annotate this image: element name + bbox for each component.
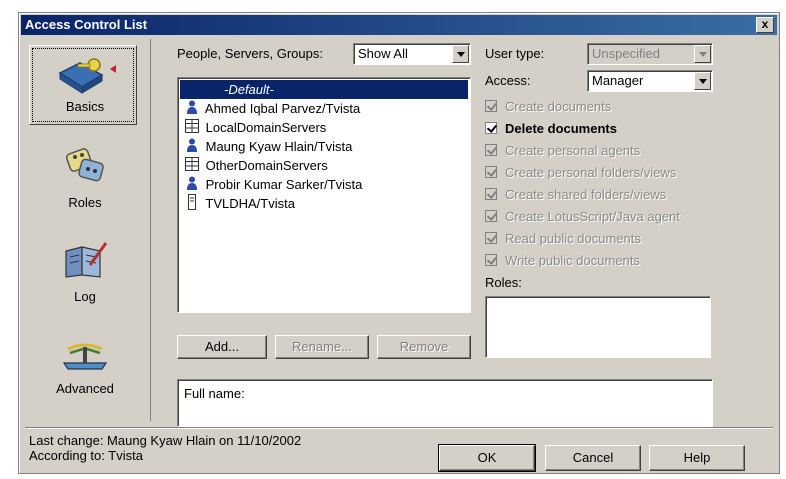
- add-button[interactable]: Add...: [177, 335, 267, 359]
- advanced-icon: [62, 343, 108, 370]
- entry-name: OtherDomainServers: [205, 158, 328, 173]
- entry-name: LocalDomainServers: [205, 120, 327, 135]
- server-icon: [182, 194, 202, 215]
- roles-label: Roles:: [485, 275, 522, 290]
- checkbox[interactable]: [485, 122, 497, 134]
- last-change-text: Last change: Maung Kyaw Hlain on 11/10/2…: [29, 433, 302, 448]
- checkbox[interactable]: [485, 166, 497, 178]
- list-item[interactable]: Maung Kyaw Hlain/Tvista: [182, 137, 352, 156]
- person-icon: [182, 138, 202, 157]
- perm-label: Write public documents: [505, 253, 640, 268]
- entry-name: Ahmed Iqbal Parvez/Tvista: [204, 101, 361, 116]
- filter-select[interactable]: Show All: [353, 43, 471, 65]
- checkbox[interactable]: [485, 210, 497, 222]
- access-select[interactable]: Manager: [587, 70, 713, 92]
- access-value: Manager: [592, 73, 644, 88]
- entry-name: TVLDHA/Tvista: [205, 196, 295, 211]
- nav-label: Log: [74, 289, 96, 304]
- user-type-label: User type:: [485, 46, 545, 61]
- chevron-down-icon[interactable]: [694, 45, 711, 63]
- entry-name: Probir Kumar Sarker/Tvista: [205, 177, 363, 192]
- list-item[interactable]: -Default-: [180, 80, 468, 99]
- list-item[interactable]: Ahmed Iqbal Parvez/Tvista: [182, 99, 360, 118]
- list-item[interactable]: OtherDomainServers: [182, 156, 328, 175]
- full-name-label: Full name:: [184, 386, 245, 401]
- checkbox[interactable]: [485, 254, 497, 266]
- chevron-down-icon[interactable]: [694, 72, 711, 90]
- filter-value: Show All: [358, 46, 408, 61]
- according-to-text: According to: Tvista: [29, 448, 143, 463]
- perm-label: Delete documents: [505, 121, 617, 136]
- divider: [25, 427, 773, 429]
- perm-create-documents[interactable]: Create documents: [485, 97, 611, 117]
- perm-create-shared-folders[interactable]: Create shared folders/views: [485, 185, 666, 205]
- server-group-icon: [182, 157, 202, 176]
- nav-label: Advanced: [56, 381, 114, 396]
- status-area: Last change: Maung Kyaw Hlain on 11/10/2…: [29, 433, 301, 463]
- perm-label: Create personal folders/views: [505, 165, 677, 180]
- category-nav: Basics Roles Log Advanced: [25, 39, 151, 421]
- nav-roles[interactable]: Roles: [25, 145, 145, 225]
- list-item[interactable]: Probir Kumar Sarker/Tvista: [182, 175, 362, 194]
- perm-label: Create LotusScript/Java agent: [505, 209, 680, 224]
- ok-button[interactable]: OK: [438, 444, 536, 472]
- nav-log[interactable]: Log: [25, 239, 145, 319]
- perm-write-public-documents[interactable]: Write public documents: [485, 251, 640, 271]
- remove-button[interactable]: Remove: [377, 335, 471, 359]
- checkbox[interactable]: [485, 144, 497, 156]
- nav-advanced[interactable]: Advanced: [25, 339, 145, 419]
- nav-basics[interactable]: Basics: [25, 45, 145, 127]
- close-icon: x: [761, 17, 769, 31]
- perm-create-personal-folders[interactable]: Create personal folders/views: [485, 163, 676, 183]
- list-item[interactable]: LocalDomainServers: [182, 118, 326, 137]
- checkbox[interactable]: [485, 188, 497, 200]
- rename-button[interactable]: Rename...: [275, 335, 369, 359]
- nav-label: Roles: [68, 195, 102, 210]
- entry-name: -Default-: [224, 82, 274, 97]
- perm-delete-documents[interactable]: Delete documents: [485, 119, 617, 139]
- server-group-icon: [182, 119, 202, 138]
- perm-label: Create documents: [505, 99, 612, 114]
- perm-label: Read public documents: [505, 231, 641, 246]
- selection-frame: [29, 45, 137, 125]
- access-label: Access:: [485, 73, 531, 88]
- checkbox[interactable]: [485, 232, 497, 244]
- person-icon: [182, 176, 202, 195]
- cancel-button[interactable]: Cancel: [545, 445, 641, 471]
- chevron-down-icon[interactable]: [452, 45, 469, 63]
- roles-list[interactable]: [485, 296, 711, 358]
- list-item[interactable]: TVLDHA/Tvista: [182, 194, 295, 213]
- entry-name: Maung Kyaw Hlain/Tvista: [205, 139, 353, 154]
- filter-label: People, Servers, Groups:: [177, 46, 323, 61]
- perm-label: Create shared folders/views: [505, 187, 667, 202]
- perm-read-public-documents[interactable]: Read public documents: [485, 229, 641, 249]
- user-type-value: Unspecified: [592, 46, 660, 61]
- log-book-icon: [65, 242, 108, 278]
- full-name-field: Full name:: [177, 379, 713, 427]
- checkbox[interactable]: [485, 100, 497, 112]
- user-type-select[interactable]: Unspecified: [587, 43, 713, 65]
- roles-icon: [65, 148, 104, 182]
- window-title: Access Control List: [25, 17, 148, 32]
- title-bar: Access Control List x: [21, 15, 777, 35]
- entries-list[interactable]: -Default- Ahmed Iqbal Parvez/Tvista Loca…: [177, 77, 471, 313]
- acl-dialog: Access Control List x Basics Roles Log A…: [18, 12, 780, 474]
- close-button[interactable]: x: [756, 17, 774, 33]
- perm-create-personal-agents[interactable]: Create personal agents: [485, 141, 640, 161]
- person-icon: [182, 100, 202, 119]
- perm-create-lotusscript-agent[interactable]: Create LotusScript/Java agent: [485, 207, 680, 227]
- perm-label: Create personal agents: [505, 143, 641, 158]
- help-button[interactable]: Help: [649, 445, 745, 471]
